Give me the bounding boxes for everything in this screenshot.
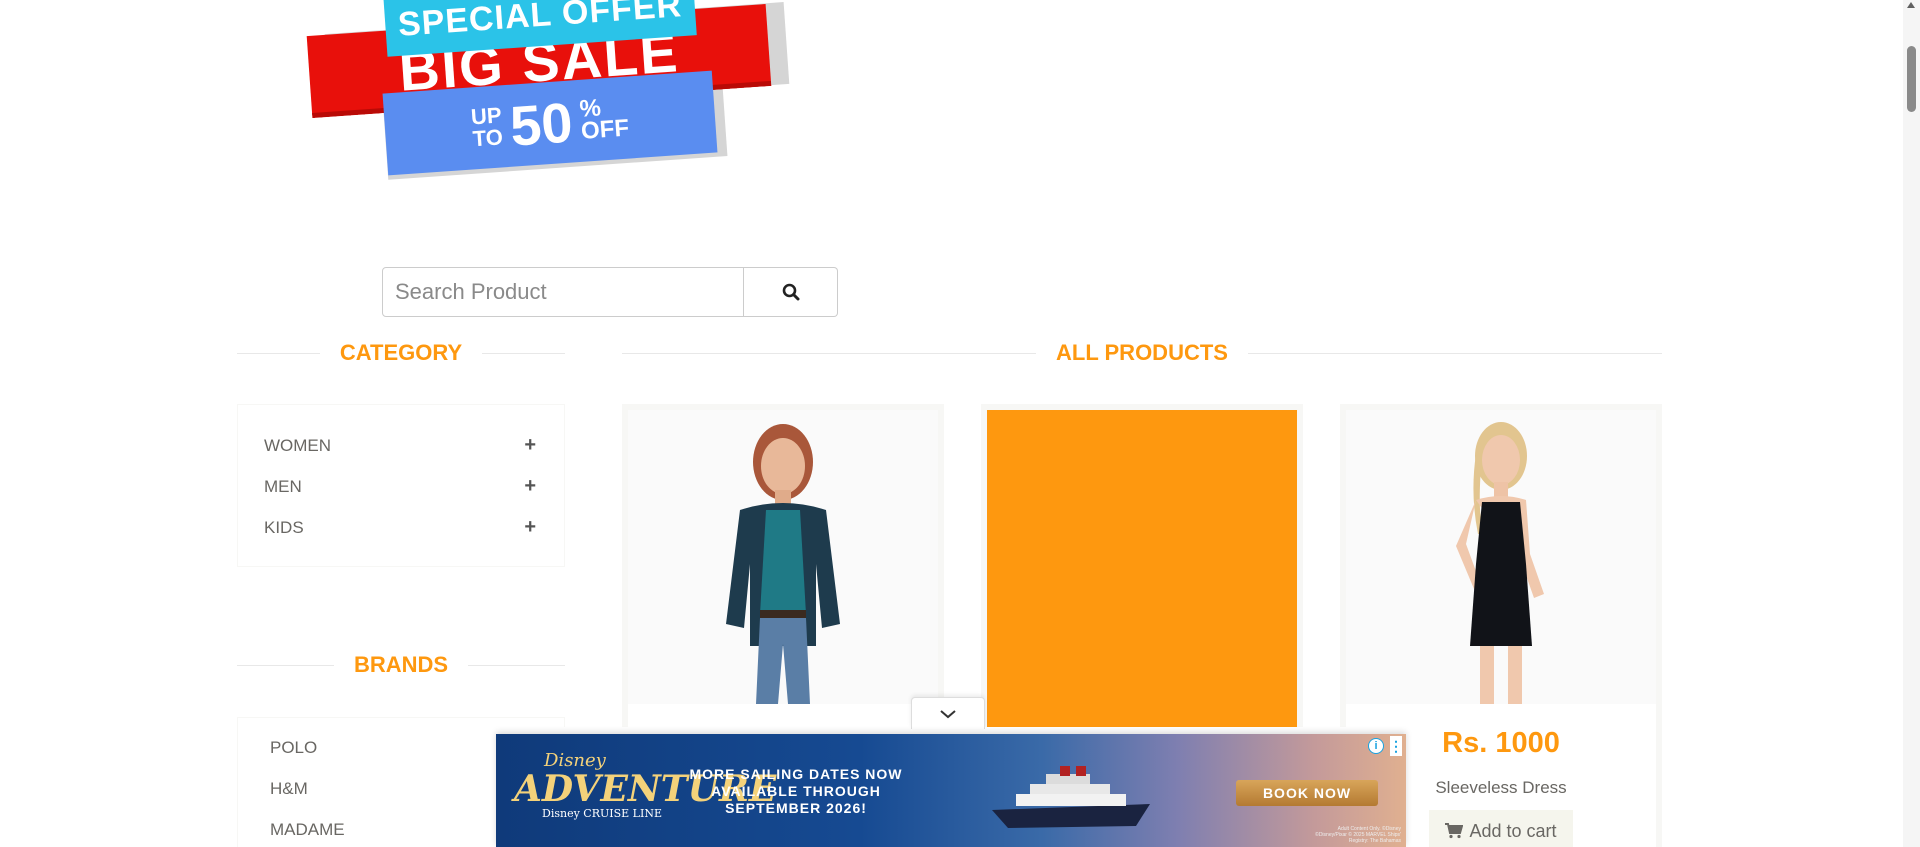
to-text: TO [471, 124, 504, 152]
plus-icon[interactable]: + [524, 434, 536, 457]
ad-message: MORE SAILING DATES NOW AVAILABLE THROUGH… [689, 766, 903, 816]
info-icon[interactable]: i [1368, 738, 1384, 754]
products-heading: ALL PRODUCTS [622, 340, 1662, 366]
products-title: ALL PRODUCTS [1056, 340, 1228, 365]
percent-off-text: % OFF [579, 94, 630, 145]
plus-icon[interactable]: + [524, 475, 536, 498]
divider [237, 664, 334, 666]
up-to-text: UP TO [470, 102, 504, 152]
divider [622, 352, 1037, 354]
category-item-label: WOMEN [264, 435, 332, 455]
brand-item-madame[interactable]: MADAME [270, 820, 532, 847]
brands-heading: BRANDS [237, 652, 565, 678]
divider [482, 352, 566, 354]
product-image[interactable] [1346, 410, 1656, 704]
special-offer-text: SPECIAL OFFER [396, 0, 684, 44]
category-panel: WOMEN + MEN + KIDS + [237, 404, 565, 567]
category-item-kids[interactable]: KIDS + [264, 507, 536, 548]
add-to-cart-label: Add to cart [1469, 820, 1557, 841]
divider [237, 352, 320, 354]
ad-collapse-toggle[interactable] [911, 697, 985, 729]
book-now-button[interactable]: BOOK NOW [1236, 780, 1378, 806]
sale-banner-logo: BIG SALE SPECIAL OFFER UP TO 50 % OFF [305, 0, 795, 190]
brands-title: BRANDS [353, 652, 449, 677]
chevron-down-icon [940, 709, 956, 718]
add-to-cart-button[interactable]: Add to cart [1429, 810, 1573, 847]
cruise-ship-image [992, 766, 1150, 828]
category-heading: CATEGORY [237, 340, 566, 366]
discount-value: 50 [508, 90, 575, 158]
divider [1247, 352, 1662, 354]
page-scrollbar[interactable] [1903, 0, 1920, 847]
search-input[interactable] [382, 267, 744, 317]
divider [468, 664, 565, 666]
scroll-up-arrow-icon[interactable] [1907, 2, 1915, 8]
category-title: CATEGORY [339, 340, 463, 365]
advertisement-banner[interactable]: Disney ADVENTURE Disney CRUISE LINE MORE… [496, 734, 1406, 847]
brand-item-hm[interactable]: H&M [270, 779, 532, 820]
category-item-women[interactable]: WOMEN + [264, 425, 536, 466]
search-bar [382, 267, 838, 317]
scrollbar-thumb[interactable] [1907, 46, 1916, 112]
category-item-label: MEN [264, 476, 302, 496]
search-icon [782, 283, 799, 301]
brand-item-polo[interactable]: POLO [270, 738, 532, 779]
plus-icon[interactable]: + [524, 516, 536, 539]
more-vertical-icon[interactable]: ⋮ [1389, 736, 1403, 756]
ad-fine-print: Adult Content Only. ©Disney ©Disney/Pixa… [1315, 826, 1401, 844]
product-image[interactable] [628, 410, 938, 704]
category-item-men[interactable]: MEN + [264, 466, 536, 507]
search-button[interactable] [744, 267, 838, 317]
woman-cardigan-photo [726, 424, 840, 704]
product-image-placeholder[interactable] [987, 410, 1297, 734]
category-item-label: KIDS [264, 517, 304, 537]
off-text: OFF [580, 114, 630, 145]
shopping-cart-icon [1445, 823, 1464, 839]
sleeveless-dress-photo [1456, 422, 1544, 704]
